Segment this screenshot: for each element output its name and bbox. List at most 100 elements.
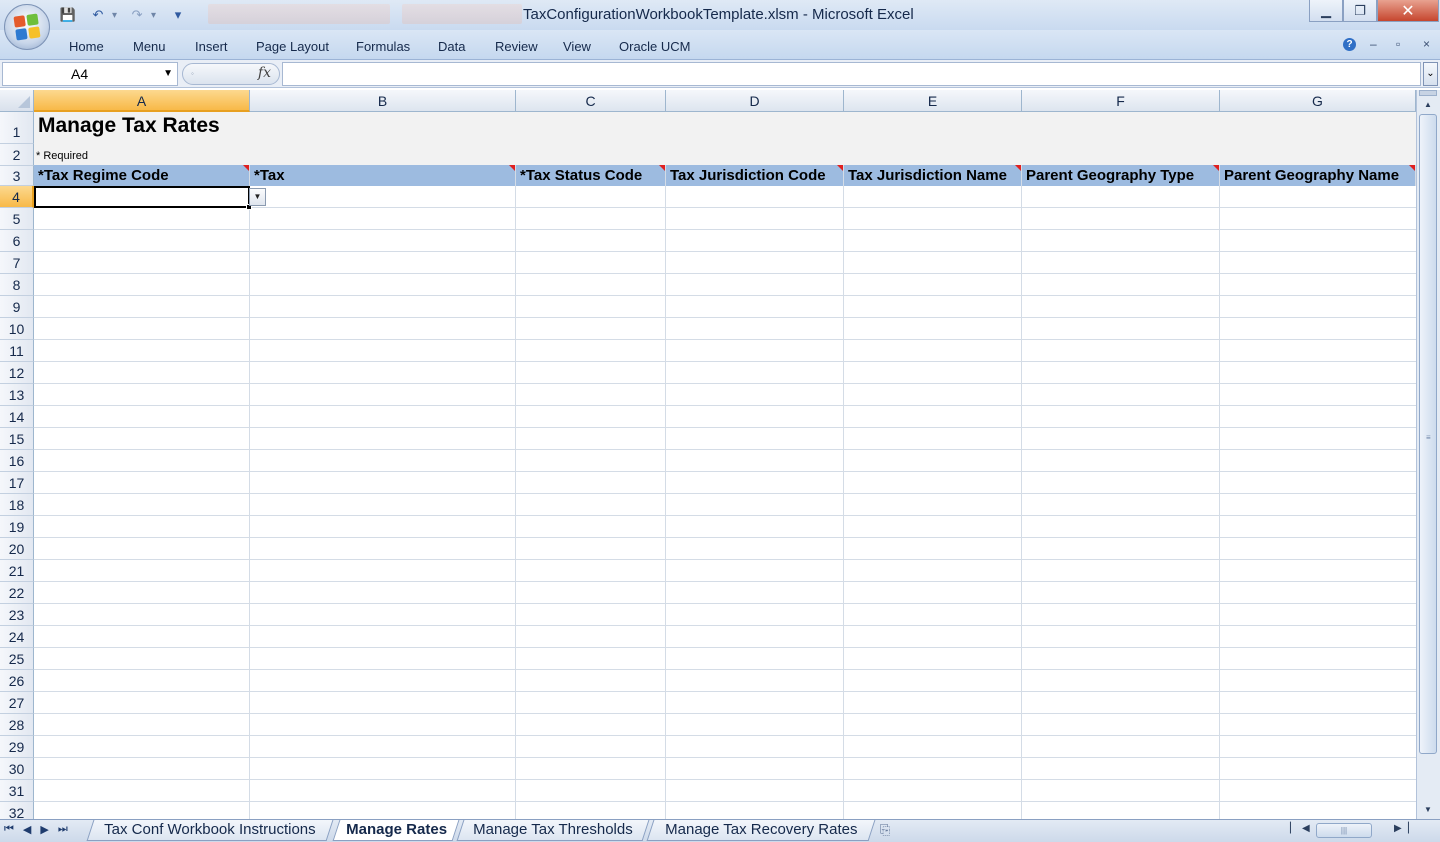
scroll-up-icon[interactable]: ▲ [1419, 98, 1437, 112]
comment-indicator-icon[interactable] [243, 165, 249, 171]
horizontal-scroll-thumb[interactable]: ||| [1316, 823, 1372, 838]
row-header[interactable]: 15 [0, 428, 34, 450]
tab-menu[interactable]: Menu [133, 39, 166, 54]
prev-sheet-icon[interactable]: ◀ [23, 823, 31, 836]
row-header[interactable]: 21 [0, 560, 34, 582]
comment-indicator-icon[interactable] [1015, 165, 1021, 171]
row-header[interactable]: 6 [0, 230, 34, 252]
header-cell-col-c[interactable]: *Tax Status Code [516, 165, 666, 186]
vertical-scrollbar[interactable]: ▲ ≡ ▼ [1416, 90, 1440, 819]
name-box[interactable]: A4 ▼ [2, 62, 178, 86]
row-header[interactable]: 14 [0, 406, 34, 428]
header-cell-col-e[interactable]: Tax Jurisdiction Name [844, 165, 1022, 186]
chevron-down-icon[interactable]: ▼ [249, 188, 266, 206]
horizontal-scrollbar[interactable]: ▏ ◀ ||| ▶ ▏ [1290, 822, 1416, 840]
row-header[interactable]: 4 [0, 186, 34, 208]
row-header[interactable]: 26 [0, 670, 34, 692]
row-header[interactable]: 29 [0, 736, 34, 758]
insert-sheet-icon[interactable]: ⎘ [880, 822, 904, 840]
maximize-button[interactable]: ❐ [1343, 0, 1377, 22]
save-icon[interactable]: 💾 [58, 5, 78, 25]
row-header[interactable]: 24 [0, 626, 34, 648]
undo-icon[interactable]: ↶ [88, 5, 108, 25]
comment-indicator-icon[interactable] [1409, 165, 1415, 171]
row-header[interactable]: 3 [0, 166, 34, 186]
row-header[interactable]: 20 [0, 538, 34, 560]
scroll-left-icon[interactable]: ◀ [1302, 823, 1310, 834]
active-cell[interactable] [34, 186, 250, 208]
undo-dropdown-icon[interactable]: ▾ [112, 10, 117, 21]
sheet-tab-manage-tax-thresholds[interactable]: Manage Tax Thresholds [456, 820, 650, 841]
worksheet-grid[interactable]: Manage Tax Rates * Required ABCDEFG12345… [0, 90, 1416, 819]
tab-insert[interactable]: Insert [195, 39, 228, 54]
comment-indicator-icon[interactable] [509, 165, 515, 171]
row-header[interactable]: 1 [0, 112, 34, 144]
help-icon[interactable]: ? [1343, 38, 1356, 51]
workbook-minimize-button[interactable]: – [1370, 37, 1377, 51]
row-header[interactable]: 8 [0, 274, 34, 296]
resize-handle-icon[interactable]: ◦ [191, 69, 194, 78]
row-header[interactable]: 30 [0, 758, 34, 780]
column-header-col-d[interactable]: D [666, 90, 844, 112]
split-handle[interactable] [1419, 90, 1437, 96]
row-header[interactable]: 16 [0, 450, 34, 472]
header-cell-col-b[interactable]: *Tax [250, 165, 516, 186]
row-header[interactable]: 12 [0, 362, 34, 384]
expand-formula-bar-icon[interactable]: ⌄ [1423, 62, 1438, 86]
sheet-tab-manage-tax-recovery-rates[interactable]: Manage Tax Recovery Rates [646, 820, 876, 841]
tab-home[interactable]: Home [69, 39, 104, 54]
header-cell-col-d[interactable]: Tax Jurisdiction Code [666, 165, 844, 186]
header-cell-col-a[interactable]: *Tax Regime Code [34, 165, 250, 186]
next-sheet-icon[interactable]: ▶ [40, 823, 48, 836]
row-header[interactable]: 18 [0, 494, 34, 516]
tab-review[interactable]: Review [495, 39, 538, 54]
row-header[interactable]: 11 [0, 340, 34, 362]
close-button[interactable]: ✕ [1377, 0, 1439, 22]
row-header[interactable]: 7 [0, 252, 34, 274]
comment-indicator-icon[interactable] [659, 165, 665, 171]
row-header[interactable]: 17 [0, 472, 34, 494]
workbook-close-button[interactable]: × [1423, 37, 1430, 51]
column-header-col-c[interactable]: C [516, 90, 666, 112]
column-header-col-g[interactable]: G [1220, 90, 1416, 112]
row-header[interactable]: 5 [0, 208, 34, 230]
last-sheet-icon[interactable]: ⏭ [58, 823, 68, 836]
select-all-button[interactable] [0, 90, 34, 112]
row-header[interactable]: 2 [0, 144, 34, 166]
tab-view[interactable]: View [563, 39, 591, 54]
tab-page-layout[interactable]: Page Layout [256, 39, 329, 54]
office-button[interactable] [4, 4, 50, 50]
first-sheet-icon[interactable]: ⏮ [4, 823, 14, 836]
comment-indicator-icon[interactable] [837, 165, 843, 171]
tab-split-handle[interactable]: ▏ [1290, 823, 1298, 834]
row-header[interactable]: 19 [0, 516, 34, 538]
insert-function-icon[interactable]: fx [258, 65, 271, 81]
row-header[interactable]: 32 [0, 802, 34, 819]
row-header[interactable]: 31 [0, 780, 34, 802]
row-header[interactable]: 23 [0, 604, 34, 626]
vertical-scroll-thumb[interactable]: ≡ [1419, 114, 1437, 754]
tab-formulas[interactable]: Formulas [356, 39, 410, 54]
header-cell-col-f[interactable]: Parent Geography Type [1022, 165, 1220, 186]
workbook-restore-button[interactable]: ▫ [1396, 37, 1400, 51]
row-header[interactable]: 9 [0, 296, 34, 318]
column-header-col-a[interactable]: A [34, 90, 250, 112]
column-header-col-f[interactable]: F [1022, 90, 1220, 112]
sheet-tab-instructions[interactable]: Tax Conf Workbook Instructions [86, 820, 334, 841]
redo-dropdown-icon[interactable]: ▾ [151, 10, 156, 21]
redo-icon[interactable]: ↷ [127, 5, 147, 25]
row-header[interactable]: 27 [0, 692, 34, 714]
sheet-tab-manage-rates[interactable]: Manage Rates [332, 820, 460, 841]
row-header[interactable]: 13 [0, 384, 34, 406]
row-header[interactable]: 22 [0, 582, 34, 604]
row-header[interactable]: 25 [0, 648, 34, 670]
comment-indicator-icon[interactable] [1213, 165, 1219, 171]
tab-oracle-ucm[interactable]: Oracle UCM [619, 39, 691, 54]
column-header-col-e[interactable]: E [844, 90, 1022, 112]
customize-qat-icon[interactable]: ▾ [168, 5, 188, 25]
chevron-down-icon[interactable]: ▼ [163, 63, 173, 85]
scroll-right-icon[interactable]: ▶ [1394, 823, 1402, 834]
row-header[interactable]: 28 [0, 714, 34, 736]
column-header-col-b[interactable]: B [250, 90, 516, 112]
minimize-button[interactable]: ▁ [1309, 0, 1343, 22]
